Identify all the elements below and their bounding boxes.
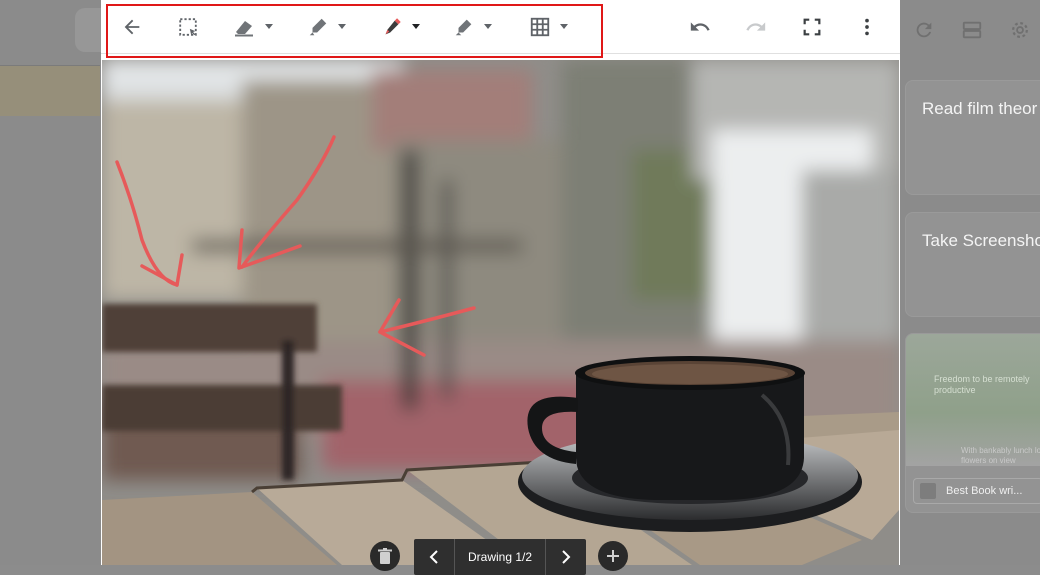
linked-doc-chip: Best Book wri... xyxy=(913,478,1040,504)
doc-icon xyxy=(920,483,936,499)
note-thumbnail: Freedom to be remotely productive With b… xyxy=(906,334,1040,466)
previous-drawing-button[interactable] xyxy=(414,539,454,575)
more-options-button[interactable] xyxy=(856,13,878,41)
background-selected-note xyxy=(0,66,100,116)
chevron-right-icon xyxy=(562,550,571,564)
drawing-pager: Drawing 1/2 xyxy=(414,539,586,575)
background-note-card: Take Screensho xyxy=(905,212,1040,317)
undo-icon xyxy=(690,22,710,31)
chip-label: Best Book wri... xyxy=(946,485,1023,497)
chevron-left-icon xyxy=(429,550,438,564)
thumbnail-headline: Freedom to be remotely productive xyxy=(934,374,1030,395)
note-title: Take Screensho xyxy=(922,231,1040,250)
redo-icon xyxy=(746,22,766,31)
plus-icon xyxy=(607,550,619,562)
drawing-toolbar xyxy=(101,0,900,58)
undo-button[interactable] xyxy=(688,13,712,41)
trash-icon xyxy=(378,548,392,564)
drawing-page-label: Drawing 1/2 xyxy=(454,539,546,575)
add-drawing-button[interactable] xyxy=(598,541,628,571)
fullscreen-button[interactable] xyxy=(801,13,823,41)
settings-icon xyxy=(1004,14,1036,46)
refresh-icon xyxy=(908,14,940,46)
list-view-icon xyxy=(956,14,988,46)
redo-button[interactable] xyxy=(744,13,768,41)
delete-drawing-button[interactable] xyxy=(370,541,400,571)
canvas-image xyxy=(102,60,899,565)
next-drawing-button[interactable] xyxy=(546,539,586,575)
drawing-canvas[interactable] xyxy=(102,60,899,565)
toolbar-highlight-box xyxy=(106,4,603,58)
fullscreen-icon xyxy=(803,18,821,36)
drawing-editor xyxy=(101,0,900,565)
more-vert-icon xyxy=(865,18,869,36)
thumbnail-caption: With bankably lunch low flowers on view xyxy=(961,446,1040,465)
background-note-card: Read film theor xyxy=(905,80,1040,195)
note-title: Read film theor xyxy=(922,99,1038,118)
